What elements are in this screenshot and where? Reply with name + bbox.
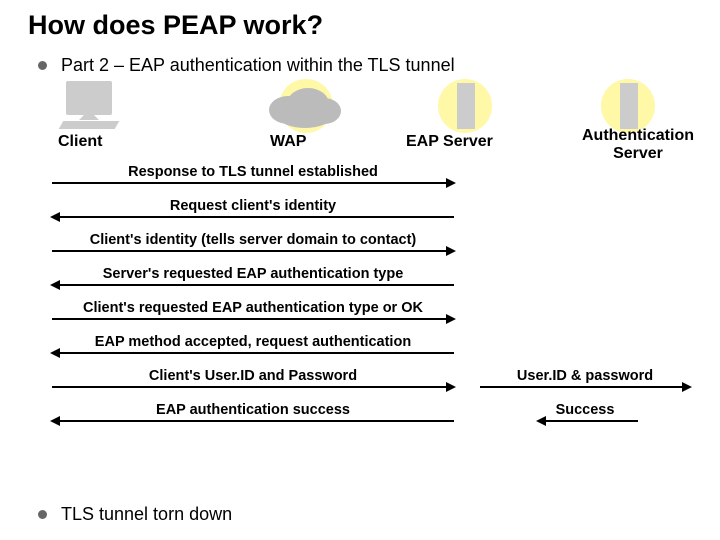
arrow-left-icon (52, 420, 454, 422)
slide: How does PEAP work? Part 2 – EAP authent… (0, 0, 720, 540)
subtitle-bullet: Part 2 – EAP authentication within the T… (38, 55, 692, 76)
msg-text: Client's identity (tells server domain t… (52, 232, 454, 248)
bullet-icon (38, 61, 47, 70)
msg-row: EAP authentication success Success (28, 402, 692, 436)
msg-row: Client's requested EAP authentication ty… (28, 300, 692, 334)
msg-text: EAP authentication success (52, 402, 454, 418)
msg-row: Response to TLS tunnel established (28, 164, 692, 198)
actor-wap-label: WAP (270, 133, 306, 151)
msg-row: Client's identity (tells server domain t… (28, 232, 692, 266)
msg-text: Client's User.ID and Password (52, 368, 454, 384)
msg-row: Client's User.ID and Password User.ID & … (28, 368, 692, 402)
arrow-right-icon (480, 386, 690, 388)
footer-bullet: TLS tunnel torn down (38, 504, 232, 525)
msg-row: Server's requested EAP authentication ty… (28, 266, 692, 300)
arrow-left-icon (52, 352, 454, 354)
actors-row: Client WAP EAP Server Authentication Ser… (28, 81, 692, 156)
arrow-right-icon (52, 386, 454, 388)
arrow-left-icon (538, 420, 638, 422)
msg-text: User.ID & password (480, 368, 690, 384)
arrow-left-icon (52, 284, 454, 286)
keyboard-icon (59, 121, 120, 129)
server-icon (620, 83, 638, 129)
server-icon (457, 83, 475, 129)
msg-row: Request client's identity (28, 198, 692, 232)
msg-text: Response to TLS tunnel established (52, 164, 454, 180)
msg-row: EAP method accepted, request authenticat… (28, 334, 692, 368)
arrow-right-icon (52, 318, 454, 320)
slide-title: How does PEAP work? (28, 10, 692, 41)
monitor-icon (66, 81, 112, 115)
message-rows: Response to TLS tunnel established Reque… (28, 164, 692, 436)
arrow-right-icon (52, 182, 454, 184)
msg-text: EAP method accepted, request authenticat… (52, 334, 454, 350)
actor-client-label: Client (58, 133, 102, 151)
msg-text: Client's requested EAP authentication ty… (52, 300, 454, 316)
msg-text: Request client's identity (52, 198, 454, 214)
actor-auth-label: Authentication Server (568, 127, 708, 162)
subtitle-text: Part 2 – EAP authentication within the T… (61, 55, 455, 76)
msg-text: Server's requested EAP authentication ty… (52, 266, 454, 282)
arrow-right-icon (52, 250, 454, 252)
cloud-icon (269, 86, 341, 126)
footer-text: TLS tunnel torn down (61, 504, 232, 525)
arrow-left-icon (52, 216, 454, 218)
bullet-icon (38, 510, 47, 519)
actor-eap-label: EAP Server (406, 133, 493, 151)
